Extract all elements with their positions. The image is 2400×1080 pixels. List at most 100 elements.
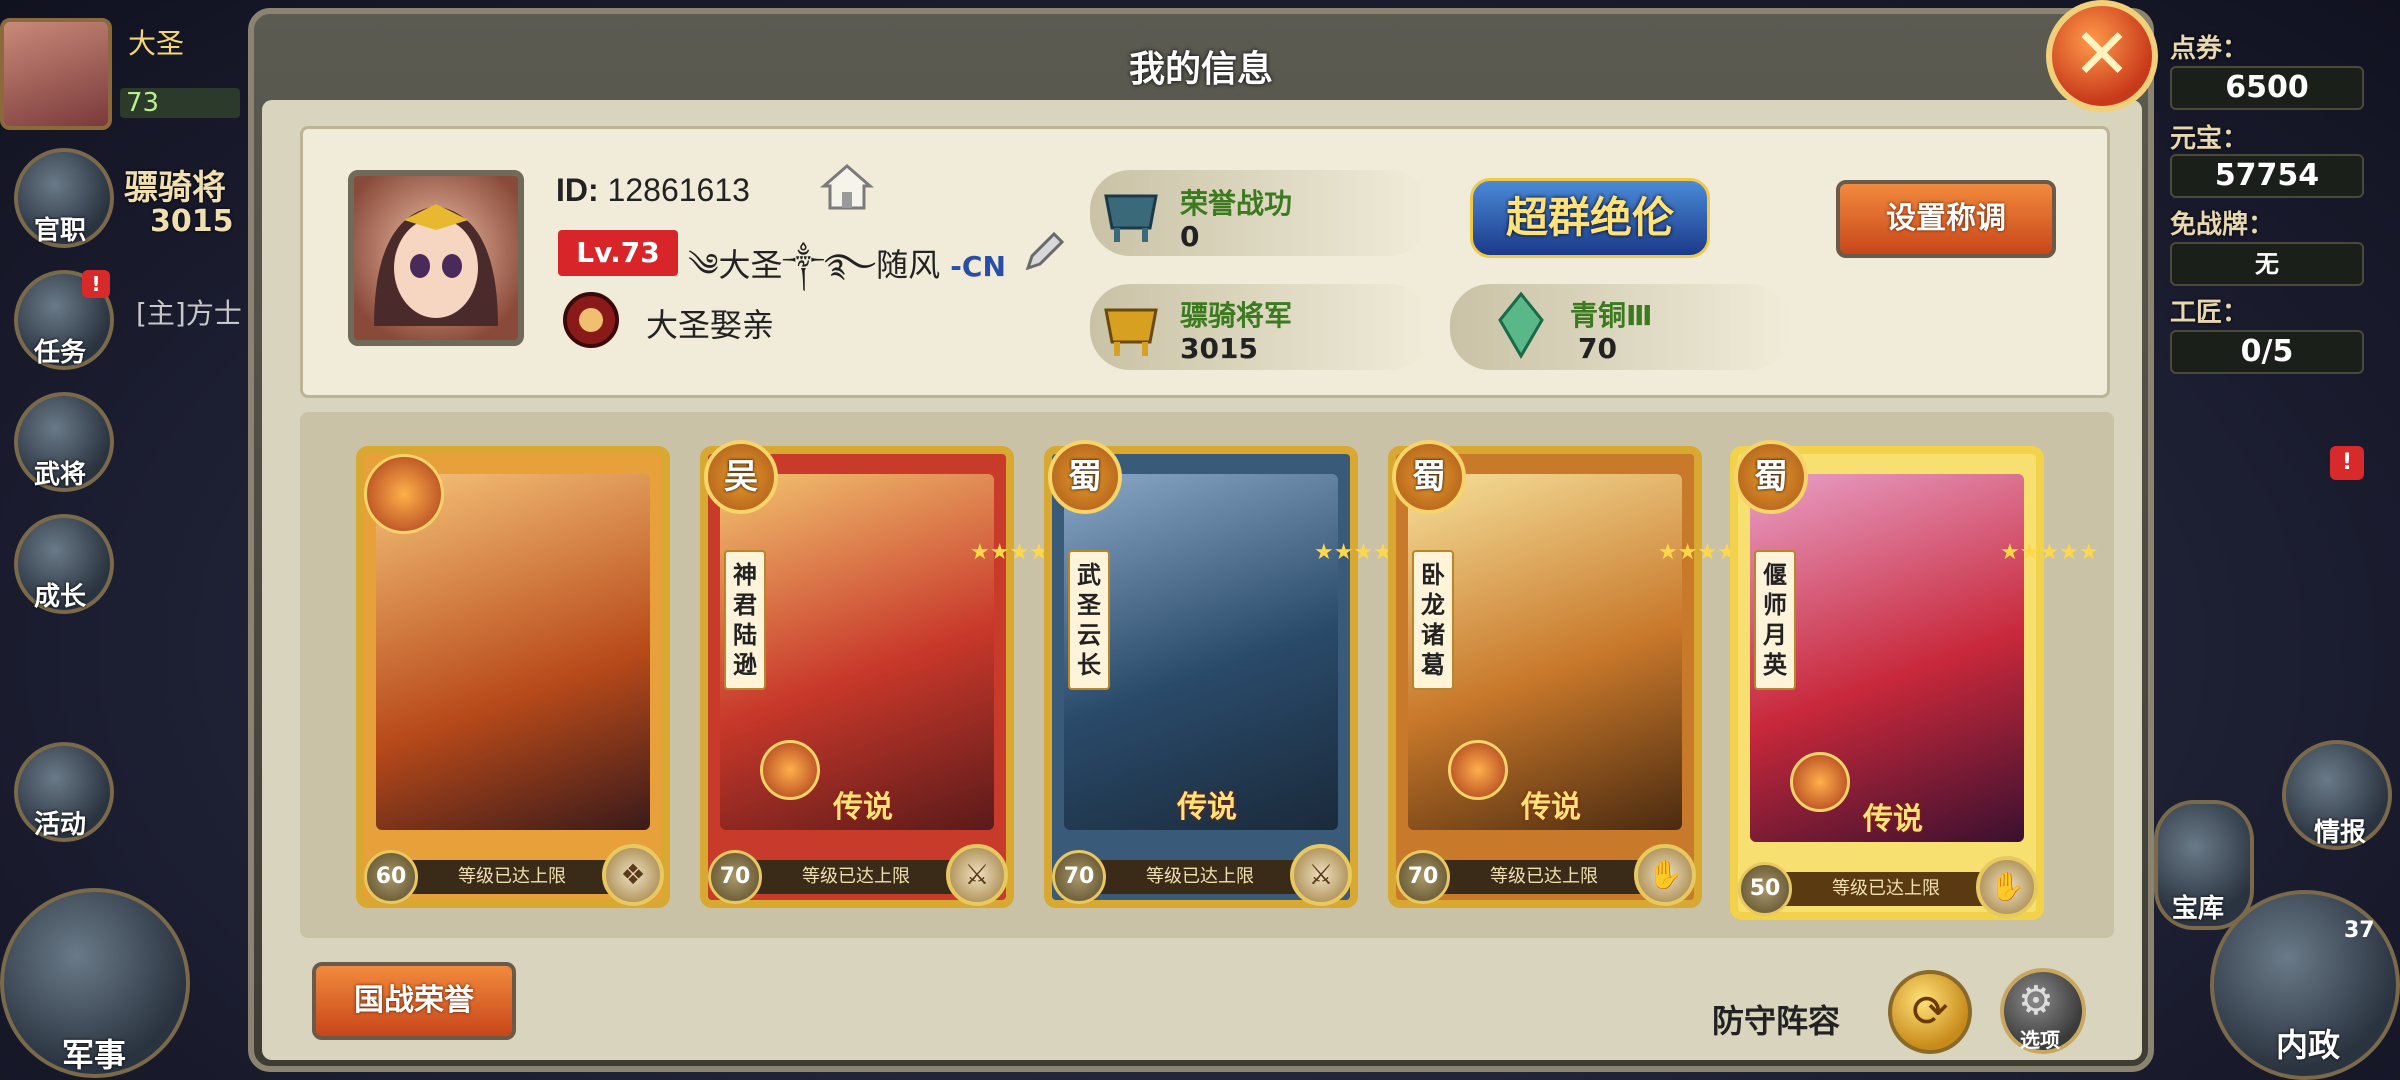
card-2-stars: ★★★★★ bbox=[970, 540, 1069, 566]
hud-player-level: 73 bbox=[120, 88, 240, 118]
card-3-sword-icon: ⚔ bbox=[1290, 844, 1352, 906]
right-alert-badge: ! bbox=[2330, 446, 2364, 480]
events-label: 活动 bbox=[34, 810, 87, 840]
card-5-faction: 蜀 bbox=[1734, 440, 1808, 514]
growth-label: 成长 bbox=[34, 582, 87, 612]
close-button[interactable]: ✕ bbox=[2046, 0, 2158, 112]
bronze-cauldron-icon bbox=[1096, 176, 1166, 246]
card-1-skill-icon: ❖ bbox=[602, 844, 664, 906]
hero-card-3[interactable]: 蜀 武圣云长 ★★★★★ 传说 等级已达上限 70 ⚔ bbox=[1044, 440, 1413, 908]
portrait-art bbox=[374, 204, 498, 326]
hero-card-1[interactable]: 等级已达上限 60 ❖ bbox=[356, 446, 670, 908]
card-1-level: 60 bbox=[364, 850, 418, 904]
card-2-level: 70 bbox=[708, 850, 762, 904]
card-3-faction: 蜀 bbox=[1048, 440, 1122, 514]
player-avatar[interactable] bbox=[0, 18, 112, 130]
card-5-level: 50 bbox=[1738, 862, 1792, 916]
coupon-value: 6500 bbox=[2170, 66, 2364, 110]
growth-button[interactable]: 成长 bbox=[14, 514, 114, 614]
events-button[interactable]: 活动 bbox=[14, 742, 114, 842]
chat-preview: [主]方士 bbox=[136, 297, 242, 330]
server-tag: -CN bbox=[950, 250, 1006, 283]
hero-card-5[interactable]: 蜀 偃师月英 ★★★★★ 传说 等级已达上限 50 ✋ bbox=[1730, 440, 2099, 920]
politics-button[interactable]: 内政 37 bbox=[2210, 890, 2400, 1080]
official-label: 官职 bbox=[34, 216, 87, 246]
level-badge: Lv.73 bbox=[558, 230, 678, 276]
rank-label: 骠骑将军 bbox=[1180, 299, 1293, 332]
hud-rank-title: 骠骑将 bbox=[124, 168, 226, 208]
card-4-faction: 蜀 bbox=[1392, 440, 1466, 514]
quest-button[interactable]: 任务 ! bbox=[14, 270, 114, 370]
nation-honor-button[interactable]: 国战荣誉 bbox=[312, 962, 516, 1040]
card-2-sword-icon: ⚔ bbox=[946, 844, 1008, 906]
craftsman-label: 工匠： bbox=[2170, 298, 2249, 328]
profile-avatar[interactable] bbox=[348, 170, 524, 346]
defense-lineup-label: 防守阵容 bbox=[1712, 1002, 1841, 1040]
tier-label: 青铜Ⅲ bbox=[1570, 299, 1653, 332]
military-label: 军事 bbox=[62, 1036, 127, 1074]
hero-card-2[interactable]: 吴 神君陆逊 ★★★★★ 传说 等级已达上限 70 ⚔ bbox=[700, 440, 1069, 908]
player-name-text: ༄大圣༒࿐随风 bbox=[688, 246, 941, 284]
title-emblem: 超群绝伦 bbox=[1470, 178, 1710, 258]
craftsman-value: 0/5 bbox=[2170, 330, 2364, 374]
quest-alert-badge: ! bbox=[82, 270, 110, 298]
card-2-rarity: 传说 bbox=[833, 790, 893, 825]
card-5-stars: ★★★★★ bbox=[2000, 540, 2099, 566]
generals-label: 武将 bbox=[34, 460, 87, 490]
politics-label: 内政 bbox=[2276, 1026, 2341, 1064]
hud-player-name: 大圣 bbox=[128, 27, 185, 60]
options-button[interactable]: ⚙ 选项 bbox=[2000, 968, 2086, 1054]
card-4-status: 等级已达上限 bbox=[1440, 860, 1648, 894]
treasury-button[interactable]: 宝库 bbox=[2154, 800, 2254, 930]
official-button[interactable]: 官职 bbox=[14, 148, 114, 248]
card-3-status: 等级已达上限 bbox=[1096, 860, 1304, 894]
hero-card-4[interactable]: 蜀 卧龙诸葛 ★★★★★ 传说 等级已达上限 70 ✋ bbox=[1388, 440, 1757, 908]
card-3-hero-name: 武圣云长 bbox=[1068, 550, 1110, 690]
jade-crystal-icon bbox=[1486, 290, 1556, 360]
intel-label: 情报 bbox=[2314, 818, 2367, 848]
quest-label: 任务 bbox=[34, 338, 87, 368]
card-5-hand-icon: ✋ bbox=[1976, 856, 2038, 918]
truce-label: 免战牌： bbox=[2170, 210, 2275, 240]
card-5-status: 等级已达上限 bbox=[1782, 872, 1990, 906]
card-3-level: 70 bbox=[1052, 850, 1106, 904]
guild-name: 大圣娶亲 bbox=[646, 306, 775, 344]
card-3-stars: ★★★★★ bbox=[1314, 540, 1413, 566]
card-4-hand-icon: ✋ bbox=[1634, 844, 1696, 906]
treasury-label: 宝库 bbox=[2172, 894, 2225, 924]
generals-button[interactable]: 武将 bbox=[14, 392, 114, 492]
card-5-hero-name: 偃师月英 bbox=[1754, 550, 1796, 690]
home-icon[interactable] bbox=[819, 162, 875, 212]
card-4-stars: ★★★★★ bbox=[1658, 540, 1757, 566]
tier-value: 70 bbox=[1578, 332, 1617, 365]
rank-value: 3015 bbox=[1180, 332, 1258, 365]
gold-cauldron-icon bbox=[1096, 290, 1166, 360]
intel-button[interactable]: 情报 bbox=[2282, 740, 2392, 850]
card-4-hero-name: 卧龙诸葛 bbox=[1412, 550, 1454, 690]
player-id: ID: 12861613 bbox=[556, 172, 750, 209]
hud-rank-value: 3015 bbox=[150, 204, 234, 239]
card-2-faction: 吴 bbox=[704, 440, 778, 514]
military-button[interactable]: 军事 bbox=[0, 888, 190, 1078]
card-5-rarity: 传说 bbox=[1863, 802, 1923, 837]
card-1-emblem-icon bbox=[364, 454, 444, 534]
card-1-status: 等级已达上限 bbox=[408, 860, 616, 894]
yuanbao-value: 57754 bbox=[2170, 154, 2364, 198]
card-4-level: 70 bbox=[1396, 850, 1450, 904]
card-3-rarity: 传说 bbox=[1177, 790, 1237, 825]
dialog-title: 我的信息 bbox=[1128, 49, 1273, 90]
politics-count-badge: 37 bbox=[2344, 918, 2375, 943]
honor-merit-value: 0 bbox=[1180, 220, 1200, 253]
edit-name-icon[interactable] bbox=[1020, 228, 1068, 276]
card-4-rarity: 传说 bbox=[1521, 790, 1581, 825]
card-2-hero-name: 神君陆逊 bbox=[724, 550, 766, 690]
guild-crest-icon bbox=[556, 288, 626, 352]
honor-merit-label: 荣誉战功 bbox=[1180, 187, 1293, 220]
coupon-label: 点券： bbox=[2170, 34, 2249, 64]
swap-lineup-icon[interactable]: ⟳ bbox=[1888, 970, 1972, 1054]
options-label: 选项 bbox=[2020, 1028, 2060, 1052]
player-id-label: ID: bbox=[556, 172, 599, 208]
gear-icon: ⚙ bbox=[2018, 978, 2054, 1024]
set-title-button[interactable]: 设置称调 bbox=[1836, 180, 2056, 258]
yuanbao-label: 元宝： bbox=[2170, 124, 2249, 154]
